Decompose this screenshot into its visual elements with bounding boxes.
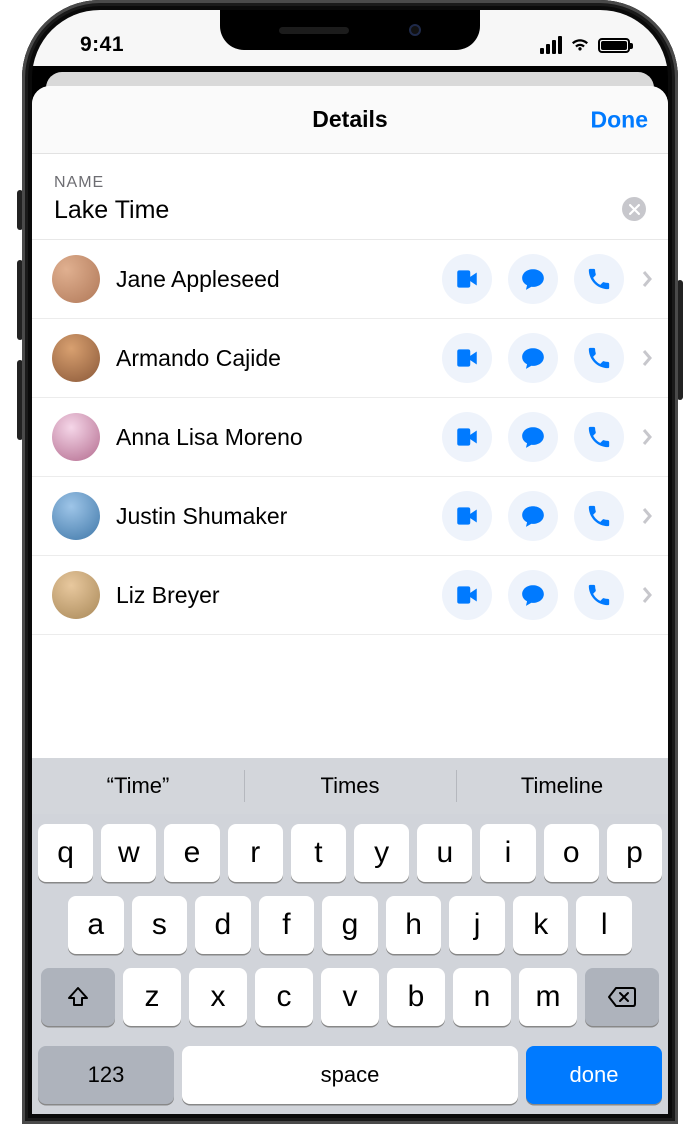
call-button[interactable] [574, 491, 624, 541]
call-button[interactable] [574, 570, 624, 620]
front-camera [409, 24, 421, 36]
key-v[interactable]: v [321, 968, 379, 1026]
key-k[interactable]: k [513, 896, 569, 954]
message-button[interactable] [508, 491, 558, 541]
video-call-button[interactable] [442, 254, 492, 304]
shift-key[interactable] [41, 968, 115, 1026]
call-button[interactable] [574, 333, 624, 383]
avatar [52, 413, 100, 461]
key-a[interactable]: a [68, 896, 124, 954]
call-button[interactable] [574, 254, 624, 304]
key-s[interactable]: s [132, 896, 188, 954]
key-u[interactable]: u [417, 824, 472, 882]
video-call-button[interactable] [442, 491, 492, 541]
contact-row[interactable]: Anna Lisa Moreno [32, 398, 668, 477]
contact-name: Justin Shumaker [116, 503, 426, 530]
chevron-right-icon [642, 349, 652, 367]
suggestion-2[interactable]: Times [244, 758, 456, 814]
message-button[interactable] [508, 254, 558, 304]
notch [220, 10, 480, 50]
key-d[interactable]: d [195, 896, 251, 954]
contact-row[interactable]: Justin Shumaker [32, 477, 668, 556]
avatar [52, 571, 100, 619]
key-j[interactable]: j [449, 896, 505, 954]
name-label: NAME [54, 174, 646, 192]
key-z[interactable]: z [123, 968, 181, 1026]
video-call-button[interactable] [442, 333, 492, 383]
message-button[interactable] [508, 570, 558, 620]
clear-text-button[interactable] [622, 197, 646, 221]
key-g[interactable]: g [322, 896, 378, 954]
key-t[interactable]: t [291, 824, 346, 882]
avatar [52, 334, 100, 382]
avatar [52, 255, 100, 303]
message-button[interactable] [508, 412, 558, 462]
key-f[interactable]: f [259, 896, 315, 954]
chevron-right-icon [642, 586, 652, 604]
content-scroll[interactable]: NAME Jane Appleseed Armando Cajide Anna Li… [32, 154, 668, 758]
chevron-right-icon [642, 507, 652, 525]
message-button[interactable] [508, 333, 558, 383]
contact-row[interactable]: Armando Cajide [32, 319, 668, 398]
key-x[interactable]: x [189, 968, 247, 1026]
key-b[interactable]: b [387, 968, 445, 1026]
contact-row[interactable]: Jane Appleseed [32, 240, 668, 319]
status-time: 9:41 [62, 33, 124, 57]
chevron-right-icon [642, 270, 652, 288]
backspace-key[interactable] [585, 968, 659, 1026]
key-n[interactable]: n [453, 968, 511, 1026]
suggestion-bar: “Time” Times Timeline [32, 758, 668, 814]
nav-bar: Details Done [32, 86, 668, 154]
suggestion-1[interactable]: “Time” [32, 758, 244, 814]
video-call-button[interactable] [442, 412, 492, 462]
key-p[interactable]: p [607, 824, 662, 882]
space-key[interactable]: space [182, 1046, 518, 1104]
details-sheet: Details Done NAME Jane Appleseed Armando … [32, 86, 668, 1114]
key-q[interactable]: q [38, 824, 93, 882]
nav-title: Details [312, 106, 387, 133]
battery-icon [598, 38, 630, 53]
contact-name: Jane Appleseed [116, 266, 426, 293]
key-o[interactable]: o [544, 824, 599, 882]
contact-name: Armando Cajide [116, 345, 426, 372]
key-r[interactable]: r [228, 824, 283, 882]
contact-name: Liz Breyer [116, 582, 426, 609]
avatar [52, 492, 100, 540]
wifi-icon [569, 35, 591, 56]
group-name-section: NAME [32, 154, 668, 240]
key-y[interactable]: y [354, 824, 409, 882]
screen: 9:41 Details Done NAME [32, 10, 668, 1114]
video-call-button[interactable] [442, 570, 492, 620]
keyboard: “Time” Times Timeline qwertyuiop asdfghj… [32, 758, 668, 1114]
key-e[interactable]: e [164, 824, 219, 882]
earpiece [279, 27, 349, 34]
contact-name: Anna Lisa Moreno [116, 424, 426, 451]
phone-frame: 9:41 Details Done NAME [22, 0, 678, 1124]
key-c[interactable]: c [255, 968, 313, 1026]
chevron-right-icon [642, 428, 652, 446]
done-button[interactable]: Done [591, 106, 649, 133]
key-m[interactable]: m [519, 968, 577, 1026]
key-h[interactable]: h [386, 896, 442, 954]
key-l[interactable]: l [576, 896, 632, 954]
call-button[interactable] [574, 412, 624, 462]
key-i[interactable]: i [480, 824, 535, 882]
contact-row[interactable]: Liz Breyer [32, 556, 668, 635]
key-w[interactable]: w [101, 824, 156, 882]
group-name-input[interactable] [54, 196, 606, 225]
keyboard-done-key[interactable]: done [526, 1046, 662, 1104]
numbers-key[interactable]: 123 [38, 1046, 174, 1104]
cellular-signal-icon [540, 36, 562, 54]
suggestion-3[interactable]: Timeline [456, 758, 668, 814]
